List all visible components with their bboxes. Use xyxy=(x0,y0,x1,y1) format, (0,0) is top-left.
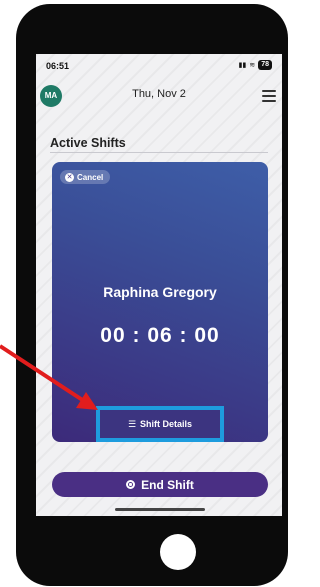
pointer-arrow-icon xyxy=(0,344,98,410)
